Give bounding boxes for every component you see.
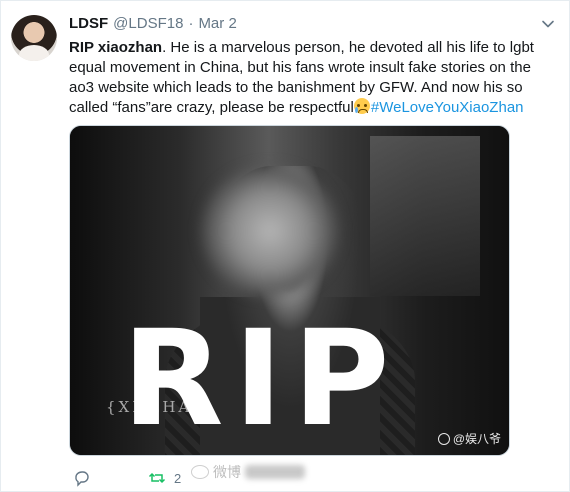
retweet-button[interactable]: 2: [148, 469, 181, 487]
reply-icon: [75, 471, 89, 487]
chevron-down-icon[interactable]: [541, 17, 555, 31]
reply-button[interactable]: [73, 469, 91, 487]
image-watermark: @娱八爷: [437, 430, 501, 447]
hashtag-link[interactable]: #WeLoveYouXiaoZhan: [371, 99, 524, 116]
avatar[interactable]: [11, 15, 57, 61]
separator-dot: ·: [188, 15, 194, 32]
tweet-actions: 2: [69, 469, 549, 489]
weibo-icon: [191, 465, 209, 479]
image-watermark-text: @娱八爷: [452, 432, 501, 446]
crying-face-icon: [353, 98, 370, 114]
tweet-card[interactable]: LDSF @LDSF18 · Mar 2 RIP xiaozhan. He is…: [0, 0, 570, 492]
weibo-icon: [437, 432, 450, 445]
tweet-image[interactable]: {XI ZHA } RIP @娱八爷: [69, 125, 510, 456]
retweet-count: 2: [174, 470, 182, 486]
bottom-watermark-text: 微博: [213, 464, 241, 480]
tweet-header: LDSF @LDSF18 · Mar 2: [69, 15, 237, 35]
display-name[interactable]: LDSF: [69, 15, 108, 32]
blurred-face: [200, 166, 340, 296]
tweet-text-bold: RIP xiaozhan: [69, 39, 163, 56]
blurred-watermark: [245, 465, 305, 479]
image-overlay-text: RIP: [122, 302, 400, 456]
tweet-date[interactable]: Mar 2: [198, 15, 236, 32]
tweet-text: RIP xiaozhan. He is a marvelous person, …: [69, 38, 549, 118]
user-handle[interactable]: @LDSF18: [113, 15, 183, 32]
bottom-watermark: 微博: [191, 462, 305, 482]
image-window-shape: [370, 136, 480, 296]
retweet-icon: [148, 472, 166, 484]
